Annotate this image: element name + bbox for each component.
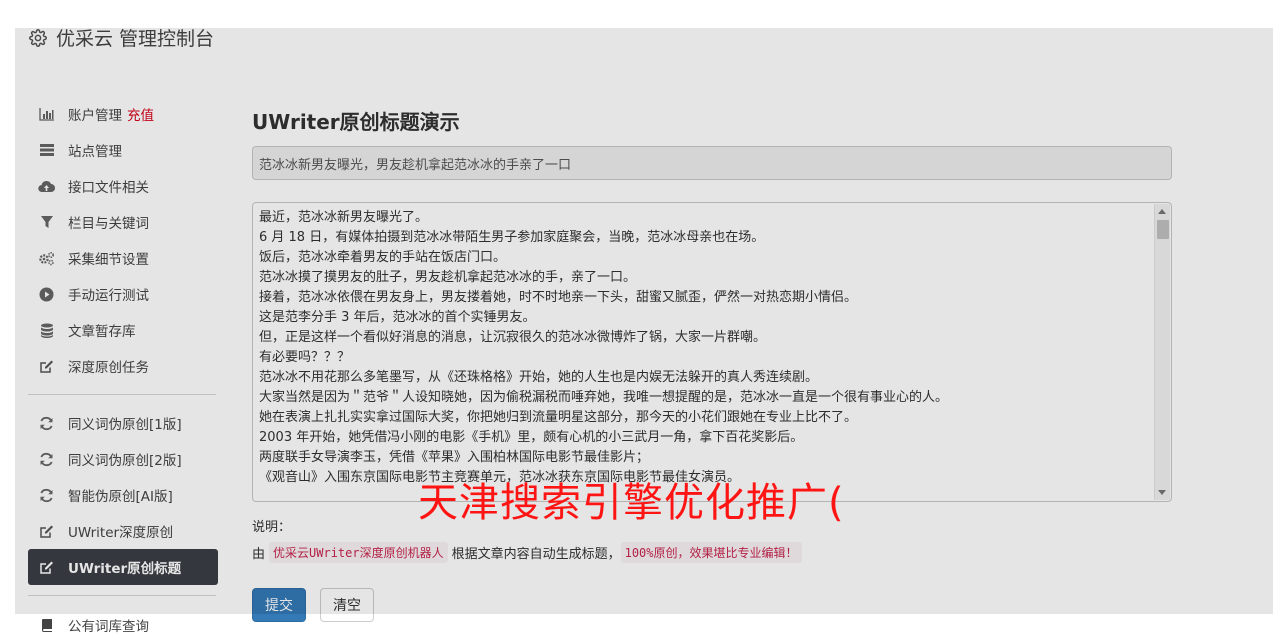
submit-button[interactable]: 提交 — [252, 588, 306, 622]
sidebar-divider — [28, 595, 216, 596]
sidebar-item-a-8[interactable]: 深度原创任务 — [28, 348, 218, 384]
database-icon — [38, 322, 55, 339]
sidebar-item-a-1[interactable]: 账户管理 充值 — [28, 96, 218, 132]
title-input[interactable] — [252, 146, 1172, 180]
content-line: 两度联手女导演李玉，凭借《苹果》入围柏林国际电影节最佳影片； — [259, 450, 650, 465]
sidebar-item-label: 手动运行测试 — [68, 288, 149, 304]
sidebar-item-label: 智能伪原创[AI版] — [68, 489, 173, 505]
edit-icon — [38, 358, 55, 375]
sidebar-item-a-2[interactable]: 站点管理 — [28, 132, 218, 168]
clear-button[interactable]: 清空 — [320, 588, 374, 622]
scroll-up-icon[interactable] — [1158, 209, 1166, 214]
edit-icon — [38, 523, 55, 540]
content-text: 最近，范冰冰新男友曝光了。 6 月 18 日，有媒体拍摄到范冰冰带陌生男子参加家庭… — [253, 203, 1171, 488]
scroll-down-icon[interactable] — [1158, 490, 1166, 495]
content-line: 她在表演上扎扎实实拿过国际大奖，你把她归到流量明星这部分，那今天的小花们跟她在专… — [259, 410, 858, 425]
sidebar-group-2: 同义词伪原创[1版] 同义词伪原创[2版] 智能伪原创[AI版] UWriter深度原… — [28, 405, 218, 585]
sidebar-item-b-4[interactable]: UWriter深度原创 — [28, 513, 218, 549]
sidebar-item-b-5[interactable]: UWriter原创标题 — [28, 549, 218, 585]
content-line: 但，正是这样一个看似好消息的消息，让沉寂很久的范冰冰微博炸了锅，大家一片群嘲。 — [259, 330, 767, 345]
sidebar-item-label: 站点管理 — [68, 144, 122, 160]
action-buttons: 提交 清空 — [252, 588, 1172, 622]
cogs-icon — [38, 250, 55, 267]
brand-title: 优采云 管理控制台 — [56, 28, 215, 50]
content-line: 范冰冰摸了摸男友的肚子，男友趁机拿起范冰冰的手，亲了一口。 — [259, 270, 637, 285]
sidebar-item-label: 公有词库查询 — [68, 619, 149, 635]
refresh-icon — [38, 415, 55, 432]
content-textarea[interactable]: 最近，范冰冰新男友曝光了。 6 月 18 日，有媒体拍摄到范冰冰带陌生男子参加家庭… — [252, 202, 1172, 502]
page-title: UWriter原创标题演示 — [252, 110, 460, 134]
scrollbar[interactable] — [1154, 204, 1170, 500]
note-middle: 根据文章内容自动生成标题， — [451, 547, 621, 562]
sidebar-item-a-4[interactable]: 栏目与关键词 — [28, 204, 218, 240]
server-list-icon — [38, 142, 55, 159]
sidebar-item-b-2[interactable]: 同义词伪原创[2版] — [28, 441, 218, 477]
sidebar-item-a-3[interactable]: 接口文件相关 — [28, 168, 218, 204]
bar-chart-icon — [38, 106, 55, 123]
note-highlight-quality: 100%原创，效果堪比专业编辑！ — [620, 542, 802, 563]
top-bar: 优采云 管理控制台 — [15, 6, 1273, 66]
sidebar-item-b-1[interactable]: 同义词伪原创[1版] — [28, 405, 218, 441]
sidebar-item-label: 账户管理 — [68, 108, 122, 124]
refresh-icon — [38, 487, 55, 504]
sidebar-item-public-lexicon[interactable]: 公有词库查询 — [38, 614, 149, 636]
sidebar-item-label: 同义词伪原创[2版] — [68, 453, 182, 469]
sidebar-item-a-6[interactable]: 手动运行测试 — [28, 276, 218, 312]
sidebar-item-b-3[interactable]: 智能伪原创[AI版] — [28, 477, 218, 513]
sidebar-divider — [28, 394, 216, 395]
content-line: 范冰冰不用花那么多笔墨写，从《还珠格格》开始，她的人生也是内娱无法躲开的真人秀连… — [259, 370, 819, 385]
sidebar-item-label: 栏目与关键词 — [68, 216, 149, 232]
sidebar-item-label: 深度原创任务 — [68, 360, 149, 376]
note-prefix: 由 — [252, 547, 266, 562]
sidebar-item-label: UWriter深度原创 — [68, 525, 174, 541]
scroll-thumb[interactable] — [1157, 220, 1169, 239]
content-line: 接着，范冰冰依偎在男友身上，男友搂着她，时不时地亲一下头，甜蜜又腻歪，俨然一对热… — [259, 290, 858, 305]
sidebar-item-label: 文章暂存库 — [68, 324, 136, 340]
content-line: 饭后，范冰冰牵着男友的手站在饭店门口。 — [259, 250, 507, 265]
content-line: 有必要吗？？？ — [259, 350, 351, 365]
filter-icon — [38, 214, 55, 231]
content-line: 2003 年开始，她凭借冯小刚的电影《手机》里，颇有心机的小三武月一角，拿下百花… — [259, 430, 804, 445]
note-text: 由 优采云UWriter深度原创机器人 根据文章内容自动生成标题， 100%原创… — [252, 542, 1172, 563]
content-line: 大家当然是因为＂范爷＂人设知晓她，因为偷税漏税而唾弃她，我唯一想提醒的是，范冰冰… — [259, 390, 949, 405]
content-line: 6 月 18 日，有媒体拍摄到范冰冰带陌生男子参加家庭聚会，当晚，范冰冰母亲也在… — [259, 230, 765, 245]
content-line: 最近，范冰冰新男友曝光了。 — [259, 210, 429, 225]
main-panel: UWriter原创标题演示 最近，范冰冰新男友曝光了。 6 月 18 日，有媒体拍… — [252, 96, 1172, 622]
sidebar-item-label: UWriter原创标题 — [68, 561, 182, 577]
note-highlight-product: 优采云UWriter深度原创机器人 — [269, 542, 448, 563]
sidebar-group-1: 账户管理 充值站点管理接口文件相关 栏目与关键词 采集细节设置 手动运行测试 文章暂存库深… — [28, 96, 218, 384]
sidebar-item-label: 接口文件相关 — [68, 180, 149, 196]
edit-icon — [38, 559, 55, 576]
brand[interactable]: 优采云 管理控制台 — [29, 24, 214, 51]
play-circle-icon — [38, 286, 55, 303]
sidebar-item-a-5[interactable]: 采集细节设置 — [28, 240, 218, 276]
watermark-text: 天津搜索引擎优化推广( — [418, 480, 845, 526]
sidebar-item-label: 同义词伪原创[1版] — [68, 417, 182, 433]
cloud-upload-icon — [38, 178, 55, 195]
recharge-link[interactable]: 充值 — [127, 104, 154, 124]
sidebar: 账户管理 充值站点管理接口文件相关 栏目与关键词 采集细节设置 手动运行测试 文章暂存库深… — [28, 96, 218, 606]
sidebar-item-label: 采集细节设置 — [68, 252, 149, 268]
gear-icon — [29, 28, 47, 47]
book-icon — [38, 617, 55, 634]
content-line: 这是范李分手 3 年后，范冰冰的首个实锤男友。 — [259, 310, 536, 325]
refresh-icon — [38, 451, 55, 468]
sidebar-item-a-7[interactable]: 文章暂存库 — [28, 312, 218, 348]
